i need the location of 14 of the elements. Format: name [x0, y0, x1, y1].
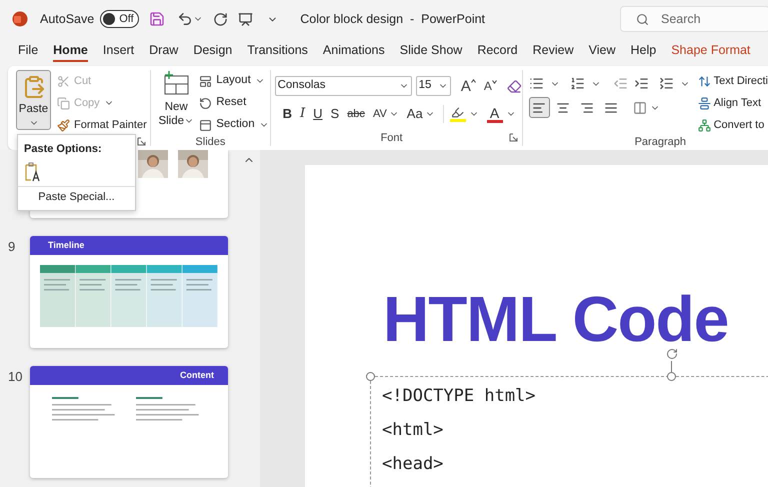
group-label: Slides: [194, 135, 226, 150]
slide-number: 10: [7, 368, 24, 386]
window-title: Color block design - PowerPoint: [300, 10, 486, 28]
menu-heading: Paste Options:: [24, 142, 102, 157]
slide-title: HTML Code: [383, 293, 728, 345]
slide-number: 9: [7, 238, 16, 256]
group-label: Font: [380, 130, 404, 146]
code-line: <head>: [382, 453, 444, 476]
code-line: <html>: [382, 419, 444, 442]
group-label: Paragraph: [634, 135, 687, 150]
autosave-label: AutoSave: [40, 10, 94, 28]
slide-title: Content: [180, 368, 214, 382]
slide-title: Timeline: [48, 238, 84, 252]
code-line: <!DOCTYPE html>: [382, 385, 536, 408]
